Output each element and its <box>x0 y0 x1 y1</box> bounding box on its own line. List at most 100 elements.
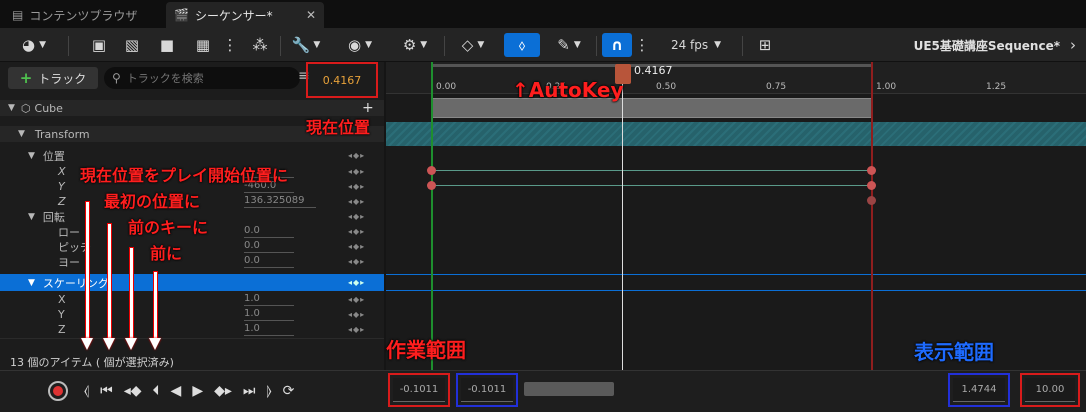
track-label: 位置 <box>42 149 65 163</box>
key-interpolation-button[interactable]: ◇ ▼ <box>454 33 492 57</box>
current-time-field[interactable]: 0.4167 <box>311 67 373 93</box>
value-field[interactable]: 1.0 <box>244 323 294 336</box>
key-nav-icon[interactable]: ◂◆▸ <box>348 182 365 191</box>
world-button[interactable]: ◕ ▼ <box>14 33 54 57</box>
arrow-head <box>125 338 137 350</box>
view-range-start-highlight: -0.1011 <box>456 373 518 407</box>
curve-editor-button[interactable]: ⊞ <box>752 33 778 57</box>
track-row-scale-x[interactable]: X 1.0 ◂◆▸ <box>0 292 384 307</box>
work-range-end-field[interactable]: 10.00 <box>1025 378 1075 402</box>
search-input[interactable] <box>126 71 287 85</box>
value-field[interactable]: 1.0 <box>244 293 294 306</box>
arrow-shaft <box>154 272 157 338</box>
track-row-scale-y[interactable]: Y 1.0 ◂◆▸ <box>0 307 384 322</box>
pencil-icon: ✎ <box>557 36 570 54</box>
arrow-shaft <box>130 248 133 338</box>
annotation-autokey: ↑AutoKey <box>512 78 624 102</box>
track-search[interactable]: ⚲ <box>104 67 300 89</box>
set-play-start-button[interactable]: ⦉ <box>84 383 89 399</box>
track-label: Z <box>58 195 66 208</box>
play-reverse-button[interactable]: ◀ <box>171 383 182 399</box>
view-options-button[interactable]: ◉ ▼ <box>340 33 380 57</box>
view-range-start-field[interactable]: -0.1011 <box>461 378 513 402</box>
play-button[interactable]: ▶ <box>192 383 203 399</box>
add-track-button[interactable]: + トラック <box>8 67 98 89</box>
key-nav-icon[interactable]: ◂◆▸ <box>348 167 365 176</box>
track-row-pitch[interactable]: ピッチ 0.0 ◂◆▸ <box>0 239 384 254</box>
jump-to-end-button[interactable]: ⏭ <box>243 383 256 399</box>
expand-arrow-icon: ▼ <box>28 277 35 288</box>
kebab-icon: ⋮ <box>222 36 238 54</box>
actors-button[interactable]: ⁂ <box>248 33 272 57</box>
value-field[interactable]: 1.0 <box>244 308 294 321</box>
snap-button[interactable]: ∩ <box>602 33 632 57</box>
clapper-button[interactable]: ▦ <box>192 33 214 57</box>
value-field[interactable]: 0.0 <box>244 225 294 238</box>
render-movie-button[interactable]: ■ <box>156 33 178 57</box>
track-label: ロー <box>58 225 80 239</box>
arrow-head <box>81 338 93 350</box>
tick-label: 1.00 <box>876 82 897 92</box>
key-nav-icon[interactable]: ◂◆▸ <box>348 151 365 160</box>
filter-icon[interactable]: ≡ <box>298 68 310 88</box>
view-range-end-field[interactable]: 1.4744 <box>953 378 1005 402</box>
key-nav-icon[interactable]: ◂◆▸ <box>348 197 365 206</box>
find-asset-button[interactable]: ▧ <box>120 33 144 57</box>
scale-row-highlight <box>386 274 1086 291</box>
key-nav-icon[interactable]: ◂◆▸ <box>348 227 365 236</box>
prev-key-button[interactable]: ◂◆ <box>124 383 142 399</box>
cube-section[interactable] <box>432 98 872 118</box>
save-button[interactable]: ▣ <box>88 33 110 57</box>
keyframe[interactable] <box>867 181 876 190</box>
time-ruler[interactable]: 0.00 0.25 0.50 0.75 1.00 1.25 <box>386 62 1086 94</box>
work-range-start-field[interactable]: -0.1011 <box>393 378 445 402</box>
timeline-scrollbar[interactable] <box>524 382 614 396</box>
edit-mode-button[interactable]: ✎ ▼ <box>548 33 590 57</box>
work-range-end-marker[interactable] <box>871 62 873 370</box>
transform-section[interactable] <box>386 122 1086 146</box>
playback-options-button[interactable]: ⚙ ▼ <box>396 33 434 57</box>
snap-options-button[interactable]: ⋮ <box>635 33 650 57</box>
add-track-label: トラック <box>38 71 87 86</box>
keyframe[interactable] <box>427 166 436 175</box>
track-row-location[interactable]: ▼ 位置 ◂◆▸ <box>0 148 384 163</box>
key-nav-icon[interactable]: ◂◆▸ <box>348 278 365 287</box>
set-play-end-button[interactable]: ⦊ <box>267 383 272 399</box>
keyframe[interactable] <box>427 181 436 190</box>
track-label: スケーリング <box>42 276 109 290</box>
keyframe[interactable] <box>867 196 876 205</box>
track-row-scale-z[interactable]: Z 1.0 ◂◆▸ <box>0 322 384 337</box>
value-field[interactable]: 0.0 <box>244 240 294 253</box>
tab-sequencer[interactable]: 🎬 シーケンサー* ✕ <box>166 2 324 28</box>
prev-frame-button[interactable]: ⏴ <box>153 383 160 399</box>
tab-content-browser[interactable]: ▤ コンテンツブラウザ <box>4 2 162 28</box>
more-options-button[interactable]: ⋮ <box>222 33 238 57</box>
loop-button[interactable]: ⟳ <box>283 383 295 399</box>
jump-to-start-button[interactable]: ⏮ <box>100 383 113 399</box>
track-row-yaw[interactable]: ヨー 0.0 ◂◆▸ <box>0 254 384 269</box>
key-nav-icon[interactable]: ◂◆▸ <box>348 325 365 334</box>
fps-dropdown[interactable]: 24 fps ▼ <box>656 33 736 57</box>
sequencer-window: ▤ コンテンツブラウザ 🎬 シーケンサー* ✕ ◕ ▼ ▣ ▧ ■ ▦ ⋮ ⁂ 🔧… <box>0 0 1086 412</box>
key-nav-icon[interactable]: ◂◆▸ <box>348 295 365 304</box>
key-nav-icon[interactable]: ◂◆▸ <box>348 257 365 266</box>
chevron-down-icon: ▼ <box>420 40 428 50</box>
close-icon[interactable]: ✕ <box>306 8 316 22</box>
globe-icon: ◕ <box>21 36 36 54</box>
key-nav-icon[interactable]: ◂◆▸ <box>348 310 365 319</box>
arrow-shaft <box>86 202 89 338</box>
work-range-start-marker[interactable] <box>431 62 433 370</box>
value-field[interactable]: 0.0 <box>244 255 294 268</box>
value-field[interactable]: 136.325089 <box>244 195 316 208</box>
tools-button[interactable]: 🔧 ▼ <box>288 33 324 57</box>
key-nav-icon[interactable]: ◂◆▸ <box>348 242 365 251</box>
autokey-button[interactable]: ⬨ <box>504 33 540 57</box>
key-nav-icon[interactable]: ◂◆▸ <box>348 212 365 221</box>
record-button[interactable] <box>48 381 68 401</box>
arrow-head <box>149 338 161 350</box>
sequence-navigation-button[interactable]: › <box>1066 33 1080 57</box>
next-key-button[interactable]: ◆▸ <box>214 383 232 399</box>
track-row-scale[interactable]: ▼ スケーリング ◂◆▸ <box>0 274 384 291</box>
keyframe[interactable] <box>867 166 876 175</box>
plus-icon: + <box>19 69 33 87</box>
